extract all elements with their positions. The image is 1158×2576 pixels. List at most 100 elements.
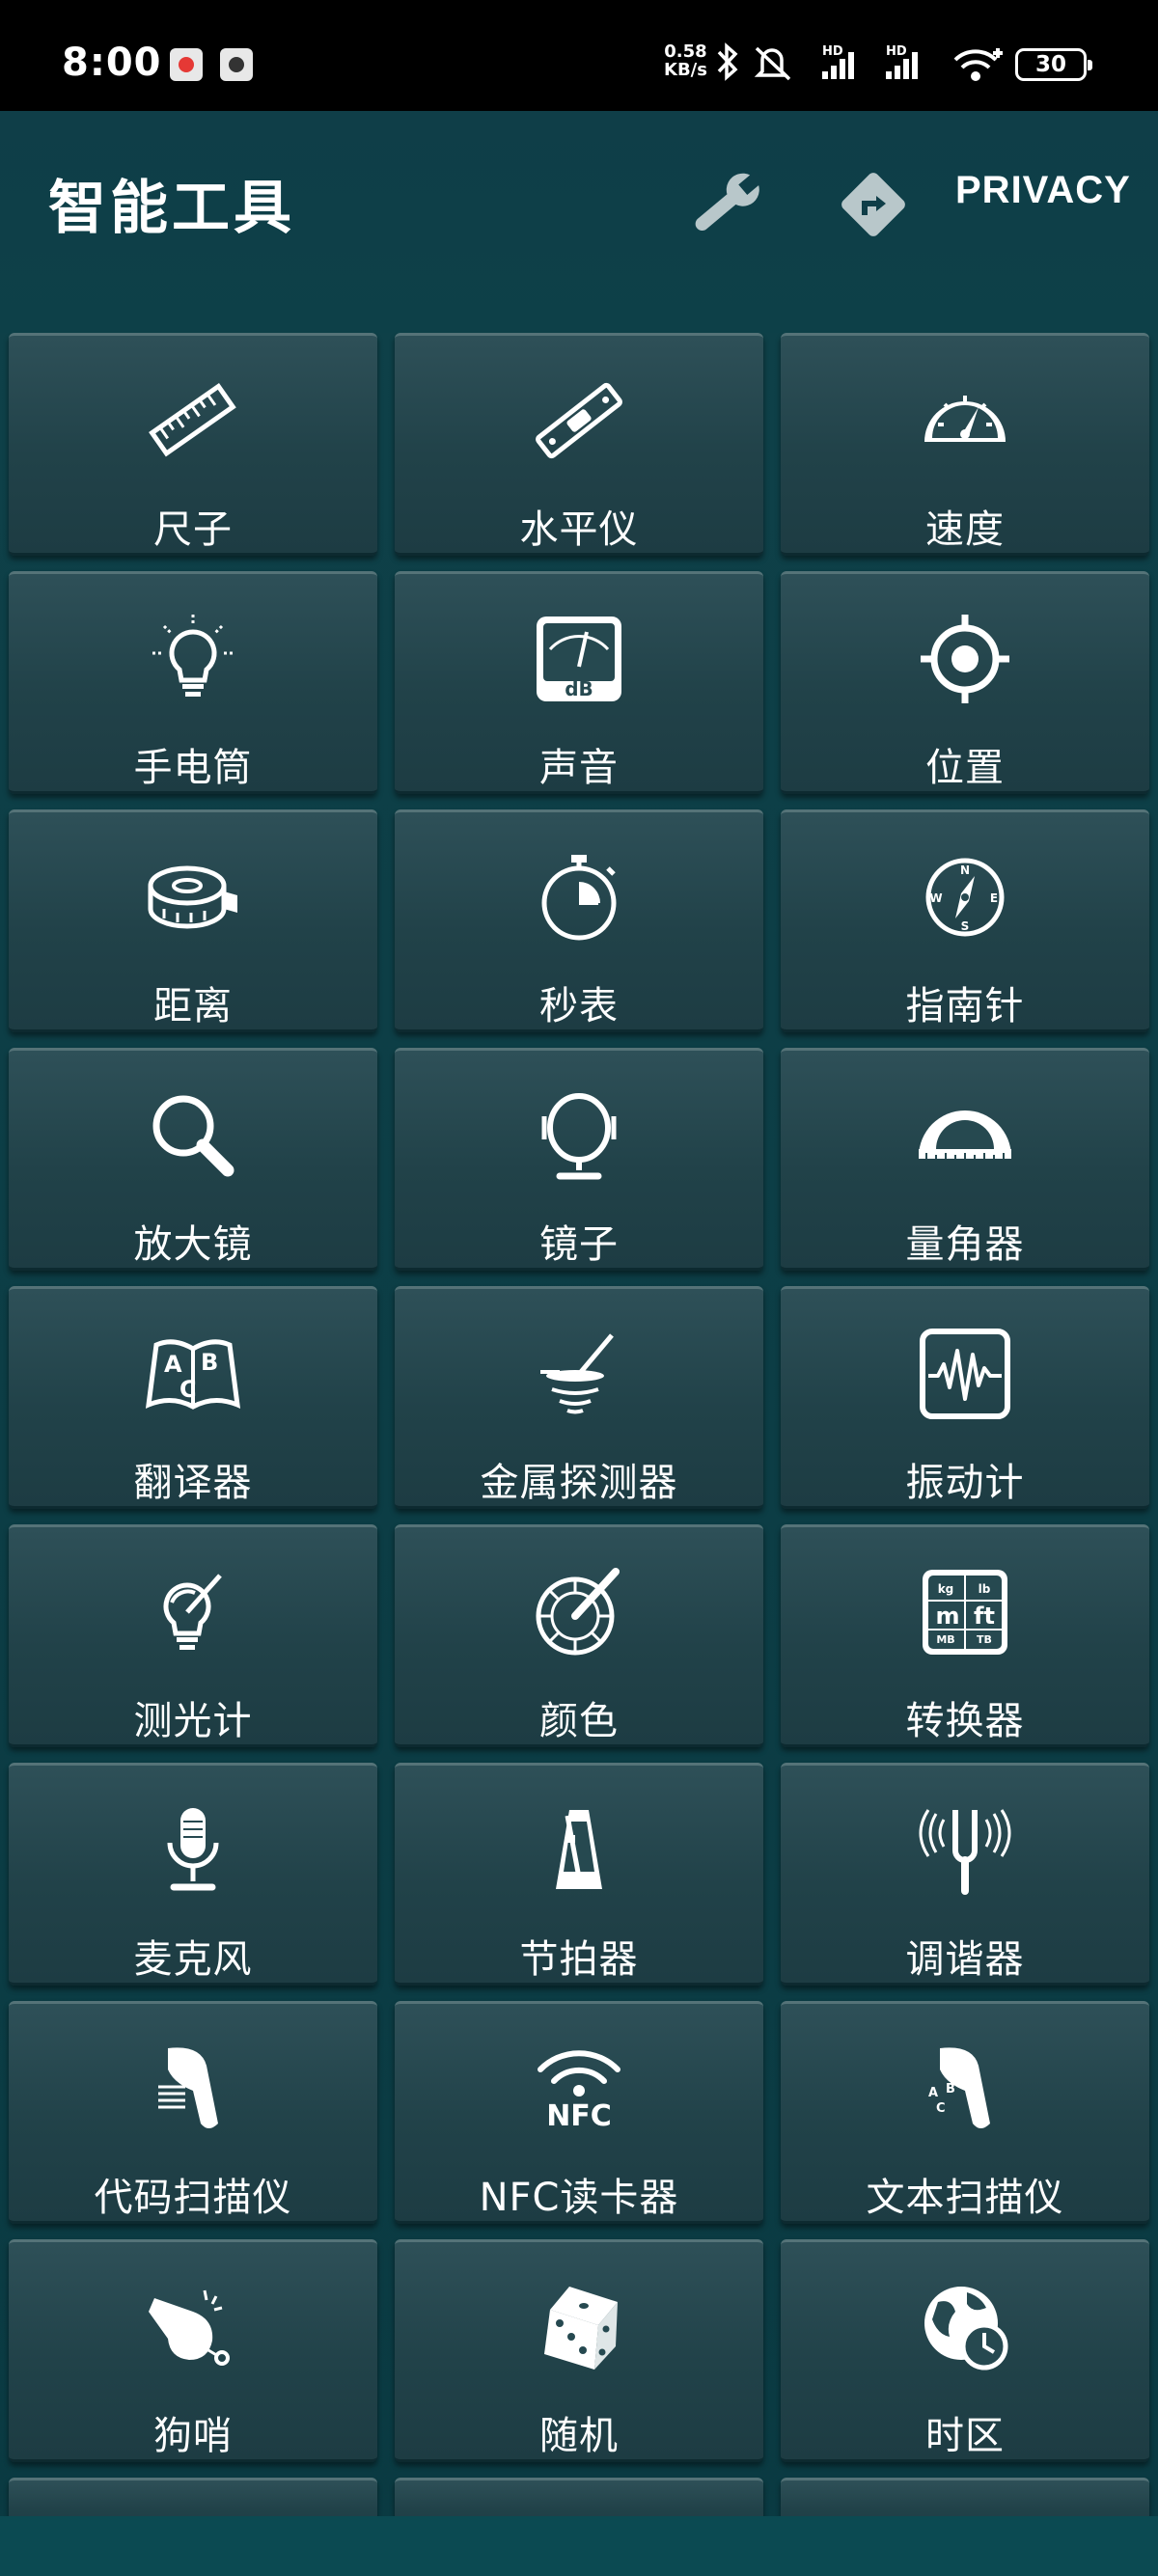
compass-east: E [990,891,998,905]
unit-converter-icon: kg lb m ft MB TB [923,1570,1007,1655]
tool-label: 速度 [925,507,1005,552]
wifi-icon [953,48,1003,81]
translate-book-icon: A B C [145,1339,241,1410]
mute-bell-icon [754,46,791,81]
network-speed-unit: KB/s [664,60,707,80]
speedometer-icon [924,396,1006,442]
tool-level[interactable]: 水平仪 [395,333,763,556]
tool-nfc-reader[interactable]: NFC NFC读卡器 [395,2001,763,2224]
converter-kg: kg [938,1582,954,1596]
tool-label: 麦克风 [133,1937,253,1982]
protractor-icon [919,1110,1011,1159]
translate-letter-b: B [201,1349,218,1376]
location-target-icon [921,615,1009,703]
color-wheel-icon [536,1568,620,1656]
tool-label: 代码扫描仪 [94,2176,292,2220]
microphone-icon [167,1808,219,1891]
tool-tuner[interactable]: 调谐器 [781,1763,1149,1986]
app-header: 智能工具 PRIVACY [0,111,1158,333]
tool-label: 水平仪 [519,507,639,552]
bluetooth-icon [717,42,738,81]
text-scanner-icon: A B C [928,2047,990,2128]
tool-label: 转换器 [905,1699,1025,1743]
tool-label: 镜子 [539,1222,619,1267]
page-title: 智能工具 [48,175,295,242]
metal-detector-icon [540,1333,614,1414]
tool-mirror[interactable]: 镜子 [395,1048,763,1271]
directions-icon[interactable] [830,161,917,248]
tool-color[interactable]: 颜色 [395,1524,763,1747]
text-scanner-c: C [936,2101,946,2116]
lightbulb-icon [152,615,234,697]
tool-sound[interactable]: dB 声音 [395,571,763,794]
status-time: 8:00 [62,41,162,85]
tool-ruler[interactable]: 尺子 [9,333,377,556]
level-icon [536,382,622,459]
tool-speed[interactable]: 速度 [781,333,1149,556]
battery-indicator: 30 [1015,48,1092,81]
nfc-icon: NFC [538,2050,620,2133]
tool-text-scanner[interactable]: A B C 文本扫描仪 [781,2001,1149,2224]
tool-label: 尺子 [153,507,233,552]
tool-label: 调谐器 [905,1937,1025,1982]
decibel-meter-icon: dB [537,617,621,701]
tool-label: 狗哨 [153,2414,233,2458]
dice-icon [544,2287,618,2370]
tool-distance[interactable]: 距离 [9,809,377,1032]
tool-label: 颜色 [539,1699,619,1743]
tool-timezone[interactable]: 时区 [781,2239,1149,2462]
tool-microphone[interactable]: 麦克风 [9,1763,377,1986]
signal-2-label: HD [886,44,907,59]
tool-metronome[interactable]: 节拍器 [395,1763,763,1986]
tool-metal-detector[interactable]: 金属探测器 [395,1286,763,1509]
tool-label: NFC读卡器 [479,2176,679,2220]
world-clock-icon [924,2287,1008,2370]
wrench-icon[interactable] [680,161,767,248]
tool-compass[interactable]: N S E W 指南针 [781,809,1149,1032]
tool-label: 位置 [925,746,1005,790]
tool-light-meter[interactable]: 测光计 [9,1524,377,1747]
compass-north: N [960,863,970,877]
privacy-button[interactable]: PRIVACY [955,169,1131,212]
signal-1-label: HD [822,44,843,59]
tool-label: 量角器 [905,1222,1025,1267]
tool-stopwatch[interactable]: 秒表 [395,809,763,1032]
tool-random[interactable]: 随机 [395,2239,763,2462]
tool-label: 测光计 [133,1699,253,1743]
translate-letter-c: C [179,1376,197,1403]
tool-label: 放大镜 [133,1222,253,1267]
converter-lb: lb [979,1582,991,1596]
tool-translator[interactable]: A B C 翻译器 [9,1286,377,1509]
magnifier-icon [152,1095,234,1177]
decibel-label: dB [565,677,593,700]
converter-tb: TB [977,1633,992,1646]
tool-label: 指南针 [905,984,1025,1028]
compass-west: W [929,891,942,905]
nfc-label: NFC [546,2099,612,2133]
tool-vibration[interactable]: 振动计 [781,1286,1149,1509]
tuning-fork-icon [919,1809,1011,1895]
tool-label: 节拍器 [519,1937,639,1982]
tape-measure-icon [148,865,237,929]
stopwatch-icon [541,855,617,941]
navigation-bar [0,2516,1158,2576]
text-scanner-a: A [928,2086,938,2100]
tool-dog-whistle[interactable]: 狗哨 [9,2239,377,2462]
converter-m: m [935,1603,959,1630]
app-notification-icon [170,48,203,81]
tool-converter[interactable]: kg lb m ft MB TB 转换器 [781,1524,1149,1747]
converter-ft: ft [974,1603,995,1630]
status-bar: 8:00 0.58 KB/s HD HD 30 [0,0,1158,111]
tool-code-scanner[interactable]: 代码扫描仪 [9,2001,377,2224]
network-speed-value: 0.58 [664,41,707,62]
tool-magnifier[interactable]: 放大镜 [9,1048,377,1271]
tool-label: 文本扫描仪 [866,2176,1064,2220]
account-notification-icon [220,48,253,81]
tool-location[interactable]: 位置 [781,571,1149,794]
tool-label: 金属探测器 [480,1461,678,1505]
tool-label: 翻译器 [133,1461,253,1505]
tool-label: 秒表 [539,984,619,1028]
tool-flashlight[interactable]: 手电筒 [9,571,377,794]
tool-protractor[interactable]: 量角器 [781,1048,1149,1271]
converter-mb: MB [936,1633,954,1646]
